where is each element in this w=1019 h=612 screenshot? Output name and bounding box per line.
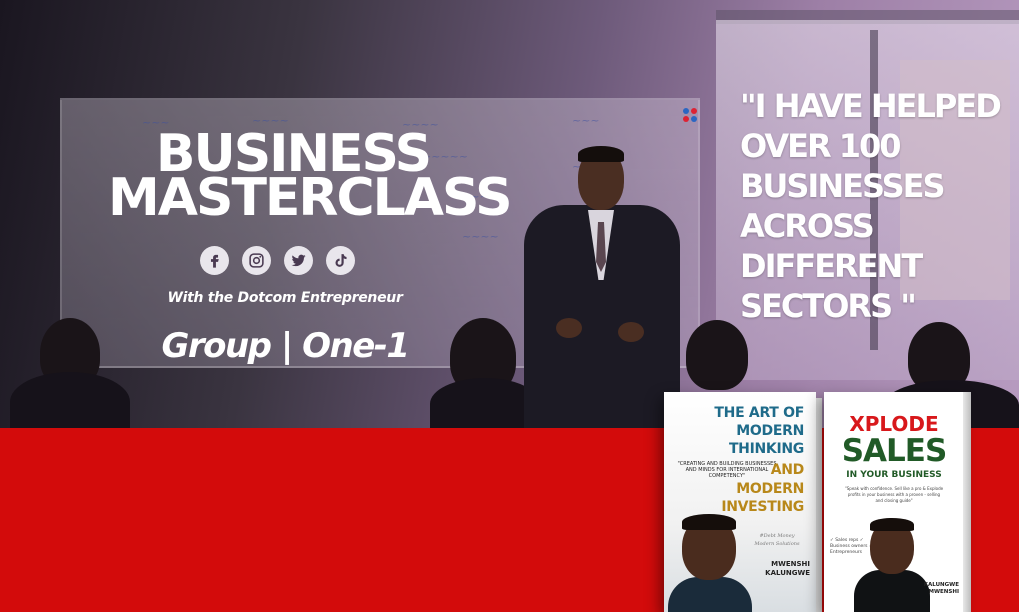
- book-xplode-sales: XPLODE SALES IN YOUR BUSINESS "Speak wit…: [824, 392, 967, 612]
- book1-script: #Debt Money Modern Solutions: [754, 533, 800, 547]
- audience-shoulder: [10, 372, 130, 428]
- speaker-hand: [556, 318, 582, 338]
- social-links: [200, 246, 355, 275]
- instagram-icon: [249, 253, 264, 268]
- title-line-2: MASTERCLASS: [108, 168, 513, 228]
- book2-description: "Speak with confidence. Sell like a pro …: [844, 486, 944, 503]
- book1-spine: [816, 398, 822, 612]
- book1-author-hair: [682, 514, 736, 530]
- group-label: Group | One-1: [161, 326, 410, 366]
- book1-author-shirt: [668, 577, 752, 612]
- audience-head: [686, 320, 748, 390]
- subtitle: With the Dotcom Entrepreneur: [167, 290, 403, 306]
- twitter-link[interactable]: [284, 246, 313, 275]
- book2-sales: SALES: [841, 433, 948, 469]
- book-art-of-modern-thinking: THE ART OF MODERN THINKING "CREATING AND…: [664, 392, 816, 612]
- tiktok-icon: [335, 254, 347, 267]
- book1-tagline: "CREATING AND BUILDING BUSINESSES AND MI…: [677, 461, 777, 479]
- book2-spine: [963, 392, 971, 612]
- instagram-link[interactable]: [242, 246, 271, 275]
- book1-and: AND: [770, 462, 805, 478]
- book2-author: KALUNGWE MWENSHI: [923, 582, 959, 595]
- speaker-hair: [578, 146, 624, 162]
- testimonial-quote: "I HAVE HELPED OVER 100 BUSINESSES ACROS…: [740, 87, 1002, 325]
- speaker-hand: [618, 322, 644, 342]
- facebook-link[interactable]: [200, 246, 229, 275]
- book1-author: MWENSHI KALUNGWE: [765, 560, 810, 577]
- book1-title-bottom: MODERN INVESTING: [721, 481, 804, 515]
- marker-dots: [683, 108, 699, 124]
- book1-title-top: THE ART OF MODERN THINKING: [714, 405, 804, 457]
- twitter-icon: [291, 254, 306, 267]
- book2-author-hair: [870, 518, 914, 531]
- facebook-icon: [210, 254, 219, 268]
- book2-subtitle: IN YOUR BUSINESS: [846, 470, 942, 480]
- tiktok-link[interactable]: [326, 246, 355, 275]
